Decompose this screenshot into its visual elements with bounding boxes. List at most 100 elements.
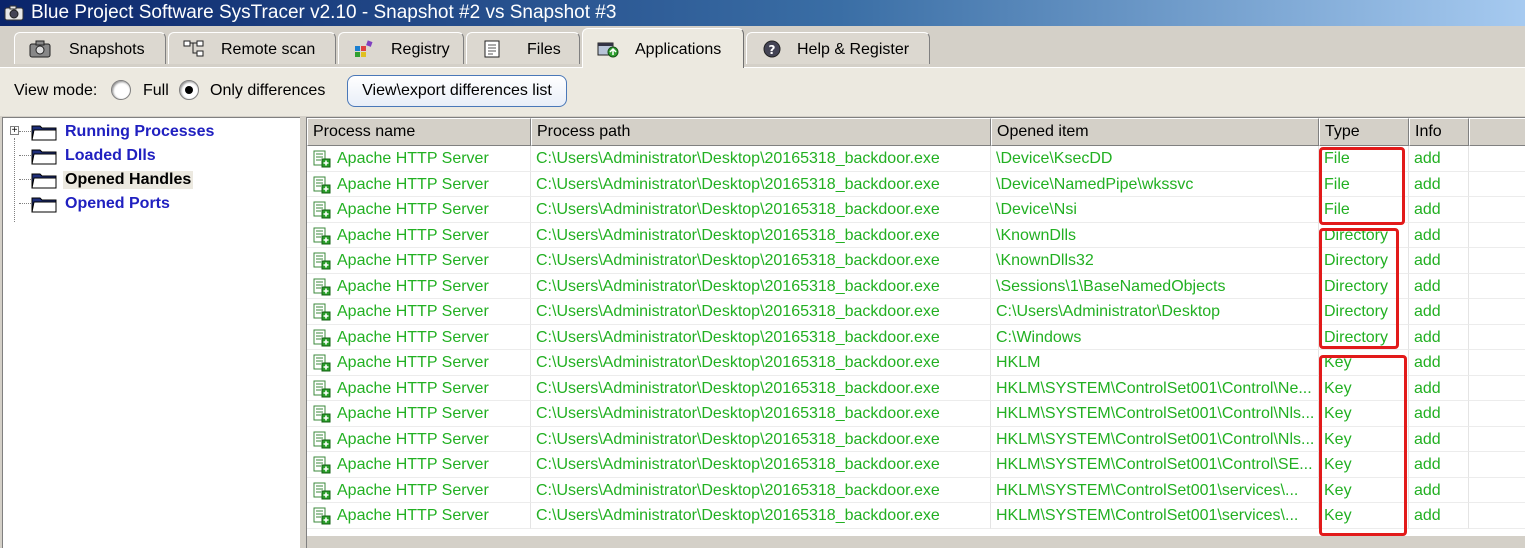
cell-text: Apache HTTP Server [337,303,489,320]
cell-text: add [1414,328,1441,346]
table-row[interactable]: Apache HTTP Server C:\Users\Administrator… [307,299,1525,325]
column-header-process-path[interactable]: Process path [531,118,991,146]
type-cell: Key [1319,375,1409,401]
files-icon [484,40,500,58]
table-row[interactable]: Apache HTTP Server C:\Users\Administrator… [307,426,1525,452]
cell-text: add [1414,201,1441,218]
filler-cell [1469,427,1525,452]
tab-files[interactable]: Files [466,32,580,64]
table-row[interactable]: Apache HTTP Server C:\Users\Administrator… [307,477,1525,503]
table-row[interactable]: Apache HTTP Server C:\Users\Administrator… [307,273,1525,299]
filler-cell [1469,248,1525,274]
table-row[interactable]: Apache HTTP Server C:\Users\Administrator… [307,324,1525,350]
tree-item-opened-ports[interactable]: Opened Ports [3,192,299,216]
window-title: Blue Project Software SysTracer v2.10 - … [31,2,617,23]
registry-icon [355,40,373,57]
cell-text: add [1414,150,1441,167]
cell-text: C:\Users\Administrator\Desktop\20165318_… [536,507,940,524]
filler-cell [1469,172,1525,197]
opened-item-cell: \Device\NamedPipe\wkssvc [991,171,1319,197]
only-differences-radio-label[interactable]: Only differences [210,82,325,100]
table-row[interactable]: Apache HTTP Server C:\Users\Administrator… [307,375,1525,401]
process-added-icon [313,150,331,168]
opened-item-cell: HKLM\SYSTEM\ControlSet001\Control\SE... [991,452,1319,478]
full-radio[interactable] [111,80,131,100]
cell-text: File [1324,150,1350,167]
tree-item-running-processes[interactable]: + Running Processes [3,120,299,144]
tab-label: Registry [391,41,450,58]
process-path-cell: C:\Users\Administrator\Desktop\20165318_… [531,171,991,197]
process-added-icon [313,482,331,499]
opened-item-cell: \Device\Nsi [991,197,1319,223]
table-row[interactable]: Apache HTTP Server C:\Users\Administrator… [307,350,1525,376]
cell-text: Apache HTTP Server [337,456,489,473]
table-row[interactable]: Apache HTTP Server C:\Users\Administrator… [307,171,1525,197]
column-header-opened-item[interactable]: Opened item [991,118,1319,146]
type-cell: File [1319,146,1409,172]
cell-text: Apache HTTP Server [337,252,489,269]
info-cell: add [1409,503,1469,529]
title-bar: Blue Project Software SysTracer v2.10 - … [0,0,1525,26]
process-path-cell: C:\Users\Administrator\Desktop\20165318_… [531,375,991,401]
process-added-icon [313,456,331,474]
tab-registry[interactable]: Registry [338,32,464,64]
info-cell: add [1409,477,1469,503]
filler-cell [1469,376,1525,401]
cell-text: HKLM\SYSTEM\ControlSet001\services\... [996,507,1299,524]
table-row[interactable]: Apache HTTP Server C:\Users\Administrator… [307,248,1525,274]
type-cell: Key [1319,477,1409,503]
opened-item-cell: C:\Windows [991,324,1319,350]
opened-item-cell: HKLM\SYSTEM\ControlSet001\services\... [991,503,1319,529]
cell-text: add [1414,252,1441,269]
process-name-cell: Apache HTTP Server [307,503,531,529]
tree-item-opened-handles[interactable]: Opened Handles [3,168,299,192]
tab-label: Applications [635,41,722,58]
process-name-cell: Apache HTTP Server [307,401,531,427]
table-row[interactable]: Apache HTTP Server C:\Users\Administrator… [307,197,1525,223]
process-added-icon [313,507,331,525]
cell-text: HKLM [996,354,1041,371]
tree-item-label: Running Processes [65,123,215,140]
cell-text: Key [1324,379,1352,397]
tab-remote-scan[interactable]: Remote scan [168,32,336,64]
tab-applications[interactable]: Applications [582,28,744,68]
tree-item-label: Opened Ports [65,195,170,212]
process-name-cell: Apache HTTP Server [307,375,531,401]
camera-icon [29,40,51,58]
table-row[interactable]: Apache HTTP Server C:\Users\Administrator… [307,401,1525,427]
opened-item-cell: HKLM\SYSTEM\ControlSet001\Control\Nls... [991,426,1319,452]
type-cell: Key [1319,401,1409,427]
only-differences-radio[interactable] [179,80,199,100]
folder-icon [31,197,57,213]
tab-help-register[interactable]: ? Help & Register [746,32,930,64]
info-cell: add [1409,299,1469,325]
tree-item-loaded-dlls[interactable]: Loaded Dlls [3,144,299,168]
table-row[interactable]: Apache HTTP Server C:\Users\Administrator… [307,146,1525,172]
full-radio-label[interactable]: Full [143,82,169,100]
tree-item-label: Opened Handles [63,171,194,189]
column-header-filler [1469,118,1525,146]
cell-text: C:\Users\Administrator\Desktop\20165318_… [536,328,940,346]
process-added-icon [313,201,331,219]
export-differences-button[interactable]: View\export differences list [347,75,567,107]
cell-text: Directory [1324,303,1389,320]
table-row[interactable]: Apache HTTP Server C:\Users\Administrator… [307,503,1525,529]
tab-snapshots[interactable]: Snapshots [14,32,166,64]
tree-item-label: Loaded Dlls [65,147,156,164]
cell-text: Key [1324,430,1352,448]
filler-cell [1469,223,1525,248]
type-cell: Directory [1319,222,1409,248]
tab-label: Files [527,41,561,58]
expand-plus-icon[interactable]: + [10,126,19,136]
column-header-info[interactable]: Info [1409,118,1469,146]
cell-text: C:\Users\Administrator\Desktop\20165318_… [536,379,940,397]
process-path-cell: C:\Users\Administrator\Desktop\20165318_… [531,350,991,376]
filler-cell [1469,350,1525,376]
column-header-process-name[interactable]: Process name [307,118,531,146]
column-header-type[interactable]: Type [1319,118,1409,146]
table-row[interactable]: Apache HTTP Server C:\Users\Administrator… [307,222,1525,248]
horizontal-scrollbar[interactable] [307,536,1525,548]
tab-strip: Snapshots Remote scan Registry Files App… [0,26,1525,68]
filler-cell [1469,478,1525,503]
table-row[interactable]: Apache HTTP Server C:\Users\Administrator… [307,452,1525,478]
